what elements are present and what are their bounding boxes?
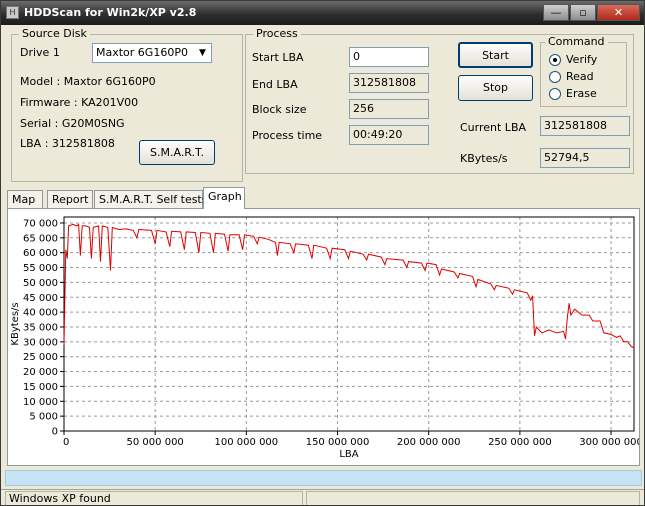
y-tick-label: 45 000	[23, 293, 58, 304]
stop-button[interactable]: Stop	[458, 75, 533, 101]
smart-button[interactable]: S.M.A.R.T.	[139, 140, 215, 165]
status-text: Windows XP found	[5, 491, 303, 505]
progress-bar	[5, 470, 642, 486]
window-title: HDDScan for Win2k/XP v2.8	[24, 6, 197, 19]
x-tick-label: 100 000 000	[215, 437, 279, 448]
y-tick-label: 10 000	[23, 397, 58, 408]
plot-area	[63, 216, 635, 432]
hddscan-window: H HDDScan for Win2k/XP v2.8 — ▫ ✕ Source…	[0, 0, 645, 506]
y-tick-label: 70 000	[23, 218, 58, 229]
y-axis-label: KBytes/s	[10, 302, 21, 345]
command-group: Command Verify Read Erase	[540, 35, 627, 107]
radio-read[interactable]	[549, 71, 561, 83]
radio-verify[interactable]	[549, 54, 561, 66]
command-label: Command	[545, 35, 608, 49]
drive-select[interactable]: Maxtor 6G160P0 ▼	[92, 43, 212, 63]
drive-label: Drive 1	[20, 46, 60, 59]
current-lba-value: 312581808	[540, 116, 630, 136]
source-disk-group: Source Disk Drive 1 Maxtor 6G160P0 ▼ Mod…	[11, 27, 243, 182]
x-tick-label: 150 000 000	[306, 437, 370, 448]
y-tick-label: 25 000	[23, 352, 58, 363]
end-lba-label: End LBA	[252, 78, 298, 91]
process-label: Process	[253, 27, 301, 41]
start-lba-label: Start LBA	[252, 51, 304, 64]
current-lba-label: Current LBA	[460, 121, 527, 134]
x-tick-label: 0	[63, 437, 69, 448]
x-tick-label: 200 000 000	[397, 437, 461, 448]
close-button[interactable]: ✕	[597, 4, 640, 21]
block-size-input[interactable]: 256	[349, 99, 429, 119]
minimize-button[interactable]: —	[543, 4, 569, 21]
x-tick-label: 50 000 000	[127, 437, 184, 448]
radio-erase[interactable]	[549, 88, 561, 100]
y-tick-label: 20 000	[23, 367, 58, 378]
chevron-down-icon[interactable]: ▼	[194, 44, 211, 62]
x-tick-label: 250 000 000	[488, 437, 552, 448]
model-text: Model : Maxtor 6G160P0	[20, 75, 156, 88]
tab-map[interactable]: Map	[7, 190, 43, 209]
drive-select-value: Maxtor 6G160P0	[96, 46, 188, 59]
kbytes-label: KBytes/s	[460, 152, 508, 165]
radio-selected-dot	[553, 58, 557, 62]
app-icon: H	[6, 6, 19, 19]
y-tick-label: 5 000	[29, 412, 58, 423]
transfer-rate-chart: 0 5 000 10 000 15 000 20 000 25 000 30 000 35 0…	[10, 216, 643, 460]
process-time-value: 00:49:20	[349, 125, 429, 145]
y-tick-label: 40 000	[23, 308, 58, 319]
graph-panel: 0 5 000 10 000 15 000 20 000 25 000 30 000 35 0…	[7, 208, 643, 466]
x-tick-label: 300 000 000	[579, 437, 639, 448]
series-line	[63, 223, 635, 349]
serial-text: Serial : G20M0SNG	[20, 117, 125, 130]
radio-verify-label[interactable]: Verify	[566, 53, 597, 67]
radio-read-label[interactable]: Read	[566, 70, 594, 84]
y-tick-label: 15 000	[23, 382, 58, 393]
status-cell-empty	[306, 491, 640, 505]
y-tick-label: 60 000	[23, 248, 58, 259]
y-tick-label: 35 000	[23, 322, 58, 333]
x-axis-label: LBA	[339, 449, 358, 460]
block-size-label: Block size	[252, 103, 307, 116]
radio-erase-label[interactable]: Erase	[566, 87, 597, 101]
y-tick-label: 30 000	[23, 337, 58, 348]
process-time-label: Process time	[252, 129, 323, 142]
start-lba-input[interactable]: 0	[349, 47, 429, 67]
start-button[interactable]: Start	[458, 42, 533, 68]
lba-text: LBA : 312581808	[20, 137, 115, 150]
y-tick-label: 50 000	[23, 278, 58, 289]
end-lba-input[interactable]: 312581808	[349, 73, 429, 93]
status-bar: Windows XP found	[1, 489, 644, 505]
title-bar[interactable]: H HDDScan for Win2k/XP v2.8 — ▫ ✕	[1, 1, 644, 25]
y-tick-label: 55 000	[23, 263, 58, 274]
tab-graph[interactable]: Graph	[203, 187, 245, 209]
tab-smart-self-tests[interactable]: S.M.A.R.T. Self tests	[94, 190, 207, 209]
y-tick-label: 65 000	[23, 233, 58, 244]
y-tick-label: 0	[52, 427, 58, 438]
kbytes-value: 52794,5	[540, 148, 630, 168]
maximize-button[interactable]: ▫	[570, 4, 596, 21]
firmware-text: Firmware : KA201V00	[20, 96, 139, 109]
source-disk-label: Source Disk	[19, 27, 90, 41]
tab-report[interactable]: Report	[47, 190, 93, 209]
